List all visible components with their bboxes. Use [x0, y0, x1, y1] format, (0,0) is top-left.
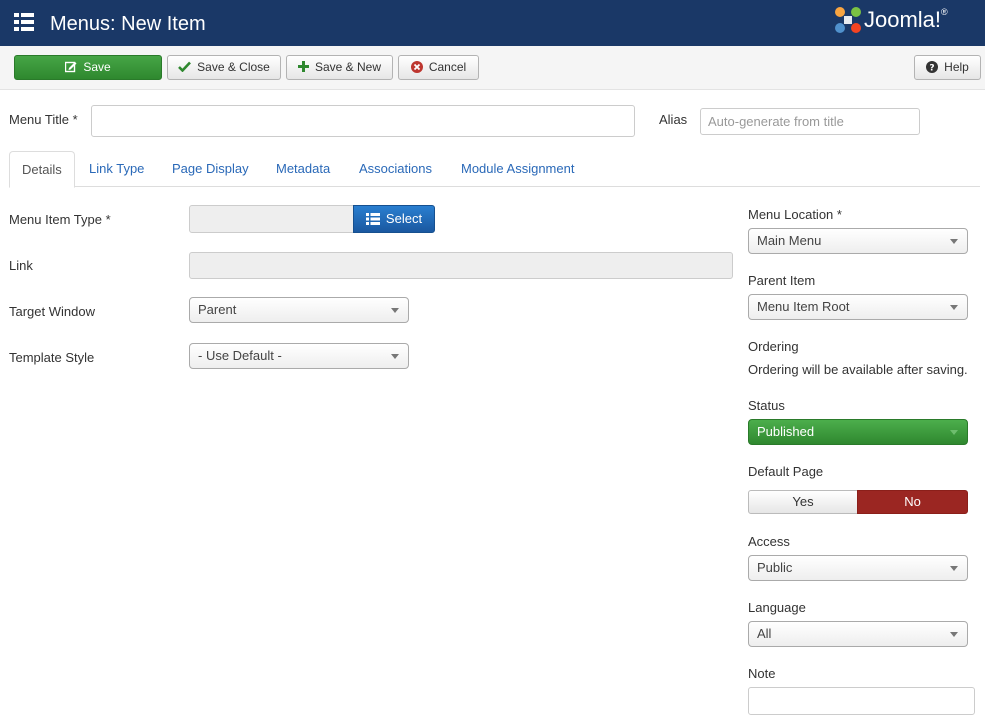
menu-title-label: Menu Title *: [9, 112, 78, 127]
link-label: Link: [9, 258, 33, 273]
save-new-button[interactable]: Save & New: [286, 55, 393, 80]
tab-bar: Details Link Type Page Display Metadata …: [9, 151, 980, 188]
note-label: Note: [748, 666, 776, 681]
status-select[interactable]: Published: [748, 419, 968, 445]
plus-icon: [297, 61, 309, 73]
template-style-label: Template Style: [9, 350, 95, 365]
alias-label: Alias: [659, 112, 688, 127]
default-page-no-button[interactable]: No: [857, 490, 968, 514]
parent-item-select[interactable]: Menu Item Root: [748, 294, 968, 320]
note-input[interactable]: [748, 687, 975, 715]
joomla-logo-text: Joomla!®: [864, 7, 948, 32]
menu-list-icon[interactable]: [14, 12, 34, 32]
help-button[interactable]: ? Help: [914, 55, 981, 80]
app-header: Menus: New Item Joomla!®: [0, 0, 985, 46]
menu-location-label: Menu Location *: [748, 207, 842, 222]
joomla-logo-icon: [835, 7, 861, 33]
select-menu-item-type-button[interactable]: Select: [353, 205, 435, 233]
default-page-label: Default Page: [748, 464, 824, 479]
help-icon: ?: [926, 60, 939, 73]
tab-metadata[interactable]: Metadata: [276, 151, 330, 187]
target-window-label: Target Window: [9, 304, 95, 319]
chevron-down-icon: [950, 239, 958, 244]
chevron-down-icon: [391, 354, 399, 359]
save-close-button[interactable]: Save & Close: [167, 55, 281, 80]
alias-input[interactable]: Auto-generate from title: [700, 108, 920, 135]
menu-location-select[interactable]: Main Menu: [748, 228, 968, 254]
tab-details[interactable]: Details: [9, 151, 75, 188]
ordering-text: Ordering will be available after saving.: [748, 362, 968, 377]
template-style-select[interactable]: - Use Default -: [189, 343, 409, 369]
ordering-label: Ordering: [748, 339, 799, 354]
chevron-down-icon: [391, 308, 399, 313]
language-label: Language: [748, 600, 806, 615]
default-page-yes-button[interactable]: Yes: [748, 490, 858, 514]
menu-item-type-label: Menu Item Type *: [9, 212, 111, 227]
chevron-down-icon: [950, 430, 958, 435]
svg-text:?: ?: [930, 63, 935, 73]
cancel-button[interactable]: Cancel: [398, 55, 479, 80]
status-label: Status: [748, 398, 785, 413]
list-icon: [365, 212, 380, 225]
target-window-select[interactable]: Parent: [189, 297, 409, 323]
toolbar: Save Save & Close Save & New Cancel ? Hel…: [0, 46, 985, 90]
menu-item-type-field: [189, 205, 354, 233]
link-field: [189, 252, 733, 279]
access-label: Access: [748, 534, 790, 549]
chevron-down-icon: [950, 566, 958, 571]
check-icon: [178, 61, 192, 73]
tab-module-assignment[interactable]: Module Assignment: [461, 151, 574, 187]
menu-title-input[interactable]: [91, 105, 635, 137]
tab-page-display[interactable]: Page Display: [172, 151, 249, 187]
edit-icon: [65, 61, 77, 73]
language-select[interactable]: All: [748, 621, 968, 647]
access-select[interactable]: Public: [748, 555, 968, 581]
chevron-down-icon: [950, 632, 958, 637]
tab-link-type[interactable]: Link Type: [89, 151, 144, 187]
parent-item-label: Parent Item: [748, 273, 816, 288]
cancel-icon: [410, 60, 423, 73]
page-title: Menus: New Item: [50, 13, 206, 35]
tab-associations[interactable]: Associations: [359, 151, 432, 187]
chevron-down-icon: [950, 305, 958, 310]
save-button[interactable]: Save: [14, 55, 162, 80]
